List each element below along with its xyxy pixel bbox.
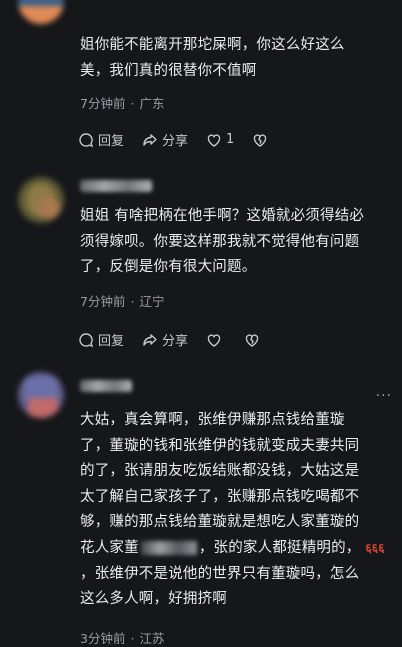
- comment-line: 姐姐 有啥把柄在他手啊？这婚就必须得结必: [80, 208, 365, 224]
- timestamp: 7分钟前: [80, 294, 126, 309]
- share-icon: [143, 333, 157, 346]
- comment-line: ，张维伊不是说他的世界只有董璇吗，怎么: [80, 565, 360, 582]
- reply-button[interactable]: 回复: [78, 330, 124, 349]
- share-icon: [143, 133, 157, 146]
- comment-text: 大姑，真会算啊，张维伊赚那点钱给董璇 了，董璇的钱和张维伊的钱就变成夫妻共同 的…: [80, 408, 390, 613]
- reply-icon: [79, 132, 94, 147]
- share-button[interactable]: 分享: [142, 330, 188, 349]
- comment-line: 了，董璇的钱和张维伊的钱就变成夫妻共同: [80, 437, 360, 454]
- avatar[interactable]: [18, 177, 64, 223]
- username-blurred[interactable]: [80, 380, 132, 392]
- comment-line: 的了，张请朋友吃饭结账都没钱，大姑这是: [80, 463, 360, 480]
- comment-actions: 回复 分享 1: [78, 130, 290, 149]
- comment-meta: 7分钟前 · 广东: [80, 96, 165, 111]
- comment-meta: 7分钟前 · 辽宁: [80, 294, 165, 309]
- reply-icon: [79, 332, 94, 347]
- comment-meta: 3分钟前 · 江苏: [80, 631, 165, 646]
- location: 广东: [139, 96, 165, 111]
- comment-line: 太了解自己家孩子了，张赚那点钱吃喝都不: [80, 488, 360, 505]
- emoji-666: ६६६: [365, 540, 385, 555]
- username-blurred[interactable]: [80, 180, 152, 192]
- comment-line: 花人家董 ，张的家人都挺精明的， ६६६: [80, 539, 385, 556]
- comment-line: 这么多人啊，好拥挤啊: [80, 591, 227, 608]
- comment-text: 姐你能不能离开那坨屎啊，你这么好这么 美，我们真的很替你不值啊: [80, 33, 390, 84]
- comment-line: 美，我们真的很替你不值啊: [80, 62, 257, 79]
- like-button[interactable]: 1: [206, 132, 234, 148]
- heart-icon: [207, 133, 221, 147]
- comment-line: 够，赚的那点钱给董璇就是想吃人家董璇的: [80, 514, 360, 531]
- dislike-button[interactable]: [244, 332, 264, 348]
- like-button[interactable]: [206, 332, 226, 348]
- avatar[interactable]: [18, 0, 64, 24]
- broken-heart-icon: [245, 333, 259, 347]
- comment-line: 大姑，真会算啊，张维伊赚那点钱给董璇: [80, 412, 345, 428]
- reply-button[interactable]: 回复: [78, 130, 124, 149]
- more-options-button[interactable]: ···: [376, 388, 392, 404]
- broken-heart-icon: [254, 133, 267, 147]
- like-count: 1: [226, 132, 235, 147]
- comment-line: 了，反倒是你有很大问题。: [80, 259, 257, 276]
- comment-text: 姐姐 有啥把柄在他手啊？这婚就必须得结必 须得嫁呗。你要这样那我就不觉得他有问题…: [80, 204, 390, 281]
- timestamp: 7分钟前: [80, 96, 126, 111]
- dislike-button[interactable]: [252, 132, 272, 148]
- heart-icon: [207, 333, 221, 347]
- location: 辽宁: [139, 294, 165, 309]
- share-button[interactable]: 分享: [142, 130, 188, 149]
- comment-actions: 回复 分享: [78, 330, 282, 349]
- comment-line: 姐你能不能离开那坨屎啊，你这么好这么: [80, 37, 345, 53]
- comment-line: 须得嫁呗。你要这样那我就不觉得他有问题: [80, 233, 360, 250]
- blurred-text: [140, 540, 197, 555]
- avatar[interactable]: [18, 372, 64, 418]
